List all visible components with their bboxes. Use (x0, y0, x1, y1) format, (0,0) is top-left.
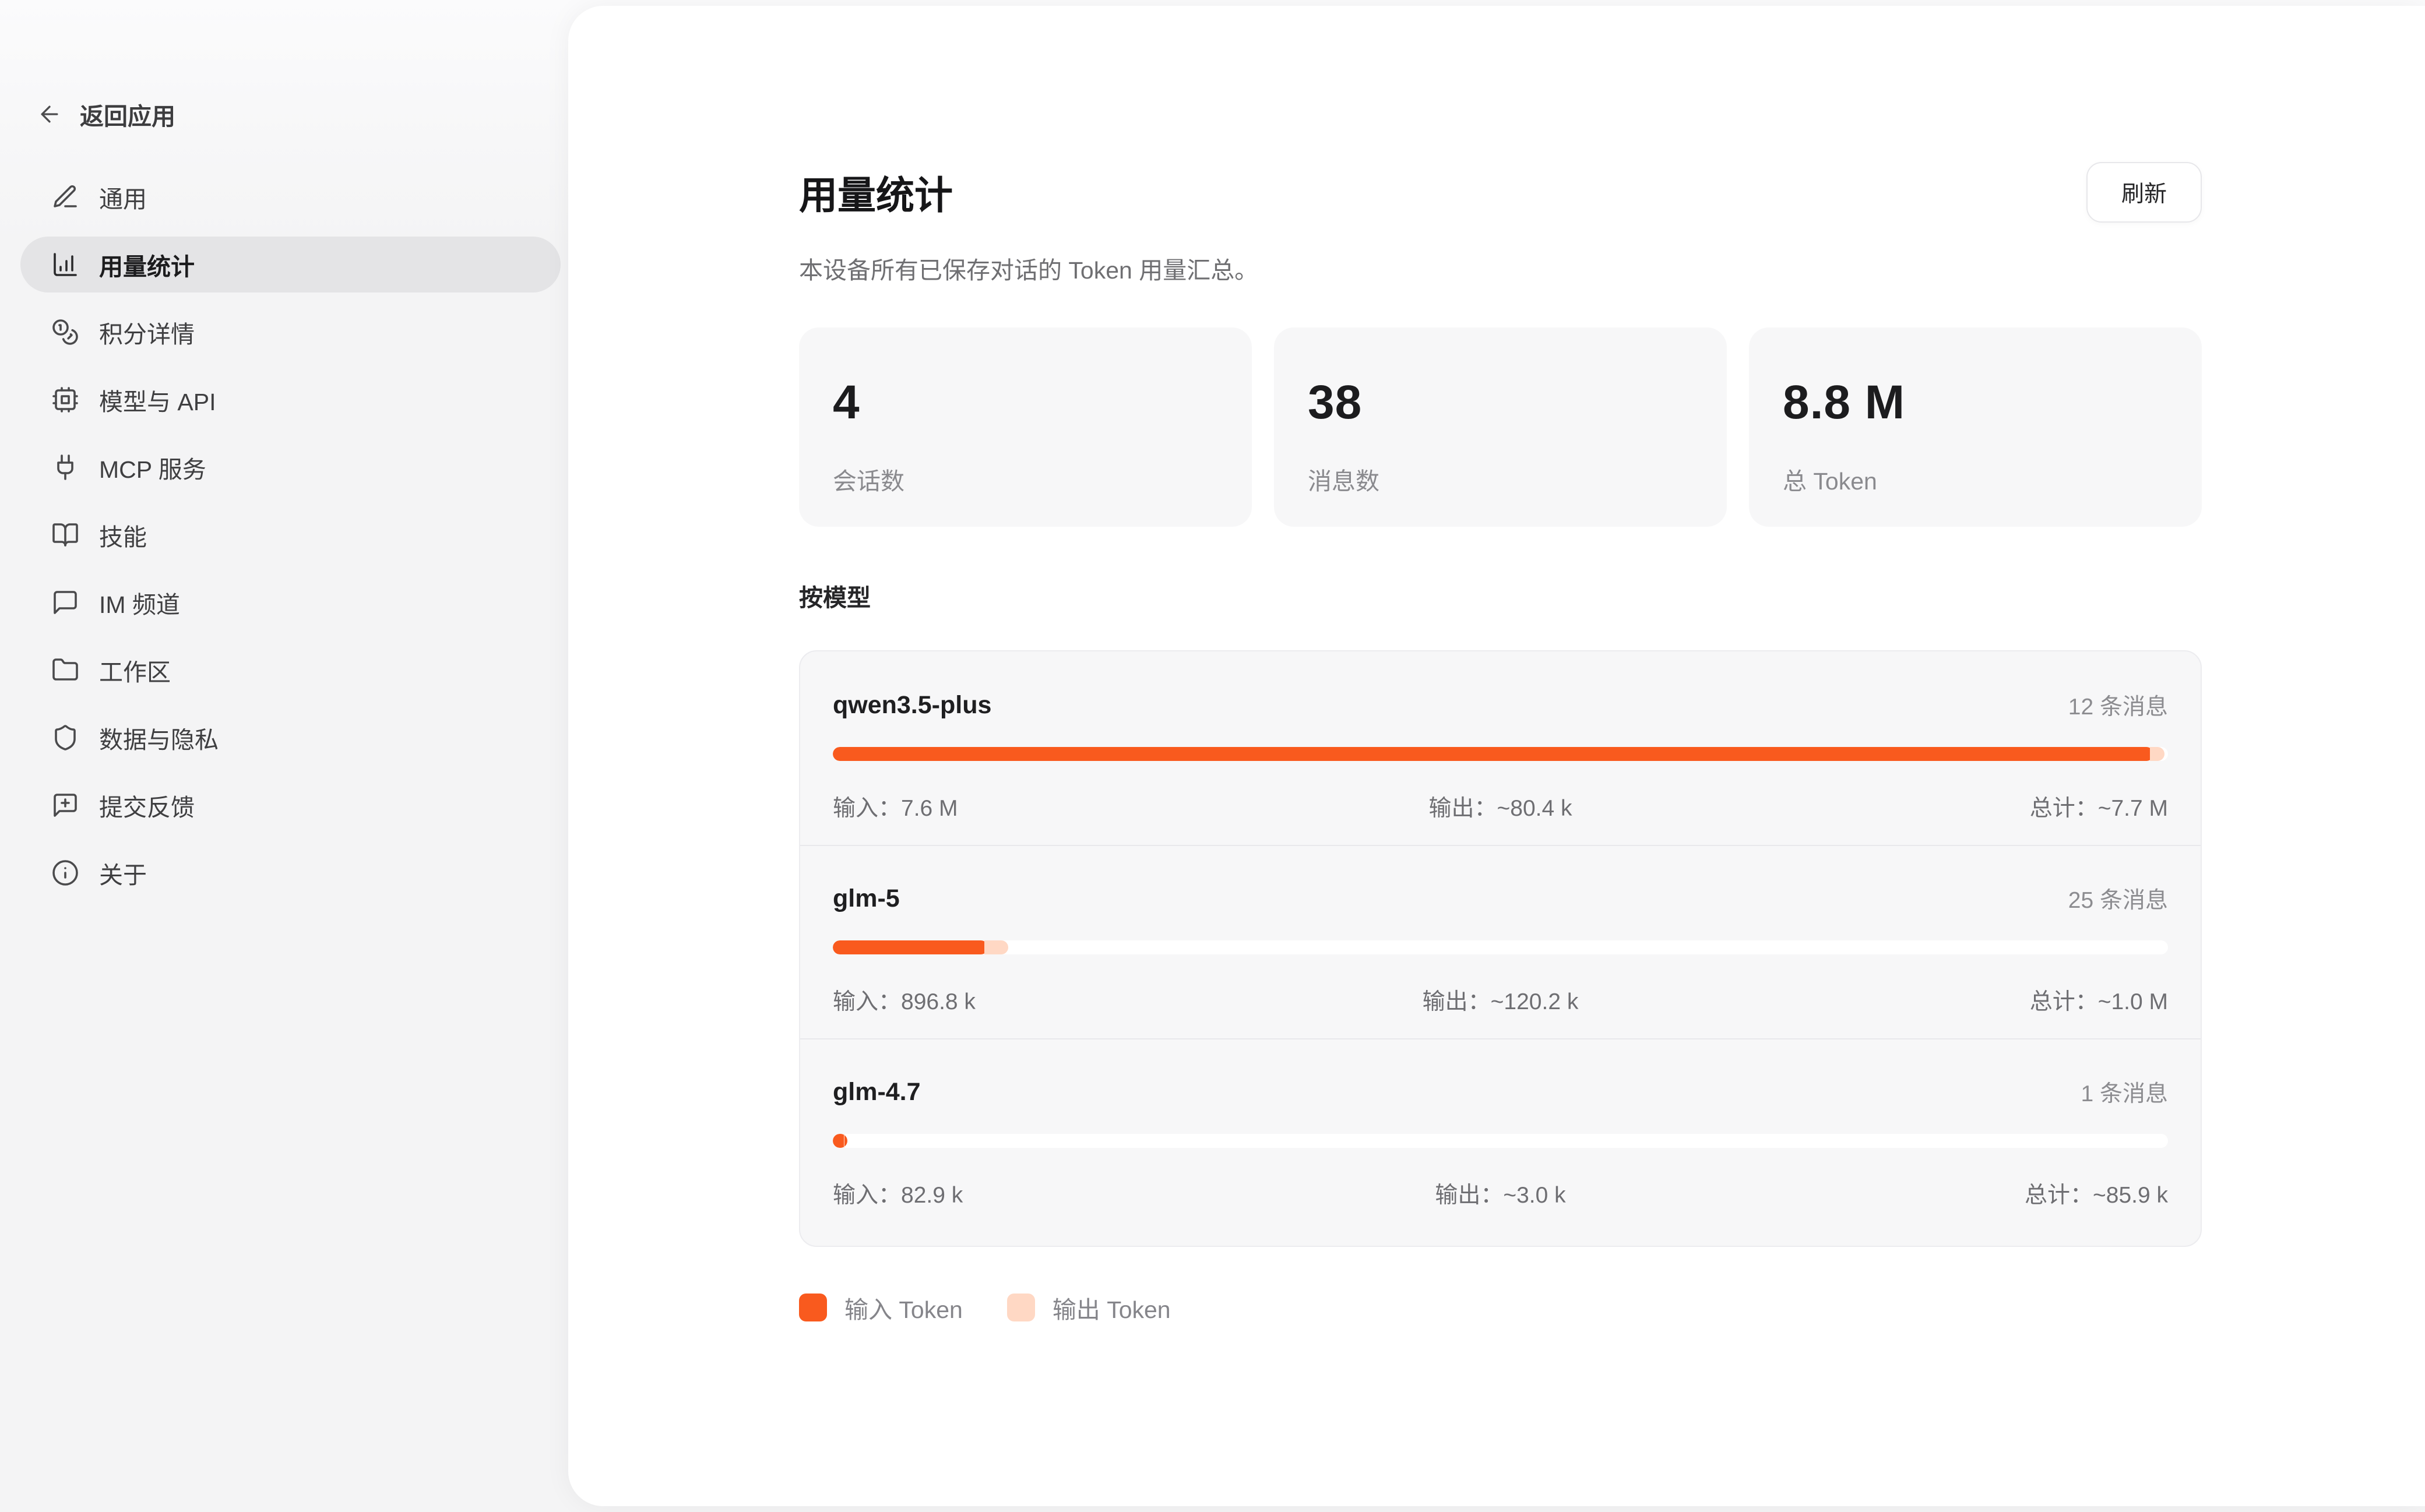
model-stats-row: 输入：7.6 M输出：~80.4 k总计：~7.7 M (833, 790, 2168, 823)
sidebar-item-credits[interactable]: 积分详情 (20, 304, 561, 360)
model-row-header: qwen3.5-plus 12 条消息 (833, 689, 2168, 721)
model-input-tokens: 输入：896.8 k (833, 984, 1278, 1016)
bar-chart-icon (51, 251, 79, 279)
model-stats-row: 输入：896.8 k输出：~120.2 k总计：~1.0 M (833, 984, 2168, 1016)
input-token-bar-segment (833, 940, 988, 954)
sidebar-item-label: 通用 (99, 179, 147, 214)
legend-swatch-input (799, 1294, 827, 1321)
cpu-icon (51, 386, 79, 414)
folder-icon (51, 656, 79, 684)
model-row-header: glm-5 25 条消息 (833, 882, 2168, 915)
sidebar-item-general[interactable]: 通用 (20, 169, 561, 225)
sidebar-nav: 通用用量统计积分详情模型与 API MCP 服务技能 IM 频道工作区数据与隐私提交… (20, 169, 561, 901)
sidebar-item-label: 积分详情 (99, 315, 195, 350)
sidebar-item-label: 技能 (99, 517, 147, 552)
row-divider (800, 845, 2201, 846)
model-usage-row: qwen3.5-plus 12 条消息输入：7.6 M输出：~80.4 k总计：~… (833, 689, 2168, 823)
by-model-section-label: 按模型 (799, 578, 2202, 613)
models-usage-panel: qwen3.5-plus12 条消息输入：7.6 M输出：~80.4 k总计：~… (799, 650, 2202, 1247)
sidebar-item-label: 模型与 API (99, 382, 216, 417)
info-icon (51, 859, 79, 887)
sidebar-item-label: 提交反馈 (99, 788, 195, 823)
stat-card: 8.8 M 总 Token (1749, 327, 2202, 527)
settings-sidebar: 返回应用 通用用量统计积分详情模型与 API MCP 服务技能 IM 频道工作区数据… (0, 0, 568, 1512)
stat-cards-row: 4 会话数 38 消息数 8.8 M 总 Token (799, 327, 2202, 527)
legend-label: 输入 Token (844, 1290, 963, 1325)
model-output-tokens: 输出：~120.2 k (1278, 984, 1723, 1016)
page-header: 用量统计 刷新 (799, 162, 2202, 223)
refresh-button[interactable]: 刷新 (2086, 162, 2202, 223)
legend-item-input-token: 输入 Token (799, 1290, 963, 1325)
model-stats-row: 输入：82.9 k输出：~3.0 k总计：~85.9 k (833, 1177, 2168, 1210)
stat-label: 总 Token (1783, 461, 2168, 496)
model-output-tokens: 输出：~3.0 k (1278, 1177, 1723, 1210)
sidebar-item-im-channels[interactable]: IM 频道 (20, 575, 561, 630)
sidebar-item-feedback[interactable]: 提交反馈 (20, 777, 561, 833)
arrow-left-icon (37, 101, 62, 127)
token-usage-bar (833, 1134, 2168, 1148)
feedback-icon (51, 791, 79, 819)
stat-value: 8.8 M (1783, 375, 2168, 430)
stat-label: 消息数 (1308, 461, 1693, 496)
sidebar-item-skills[interactable]: 技能 (20, 507, 561, 563)
sidebar-item-label: IM 频道 (99, 585, 180, 620)
message-icon (51, 588, 79, 616)
model-message-count: 12 条消息 (2068, 689, 2168, 721)
sidebar-item-about[interactable]: 关于 (20, 845, 561, 901)
usage-stats-page: 用量统计 刷新 本设备所有已保存对话的 Token 用量汇总。 4 会话数 38 消息… (568, 6, 2425, 1506)
legend-swatch-output (1007, 1294, 1035, 1321)
row-divider (800, 1038, 2201, 1039)
stat-value: 38 (1308, 375, 1693, 430)
model-message-count: 25 条消息 (2068, 882, 2168, 915)
token-usage-bar (833, 940, 2168, 954)
model-total-tokens: 总计：~1.0 M (1723, 984, 2168, 1016)
page-subtitle: 本设备所有已保存对话的 Token 用量汇总。 (799, 251, 2202, 286)
token-usage-bar (833, 747, 2168, 761)
shield-icon (51, 724, 79, 752)
model-usage-row: glm-5 25 条消息输入：896.8 k输出：~120.2 k总计：~1.0 … (833, 882, 2168, 1016)
plug-icon (51, 453, 79, 481)
coins-icon (51, 318, 79, 346)
model-input-tokens: 输入：82.9 k (833, 1177, 1278, 1210)
sidebar-item-label: MCP 服务 (99, 450, 206, 485)
sidebar-item-workspace[interactable]: 工作区 (20, 642, 561, 698)
model-row-header: glm-4.7 1 条消息 (833, 1076, 2168, 1108)
model-total-tokens: 总计：~7.7 M (1723, 790, 2168, 823)
legend-label: 输出 Token (1053, 1290, 1171, 1325)
model-name: qwen3.5-plus (833, 691, 991, 720)
model-total-tokens: 总计：~85.9 k (1723, 1177, 2168, 1210)
legend-item-output-token: 输出 Token (1007, 1290, 1171, 1325)
model-name: glm-5 (833, 884, 900, 913)
sidebar-item-label: 数据与隐私 (99, 720, 219, 755)
sidebar-item-label: 工作区 (99, 653, 171, 688)
sidebar-item-privacy[interactable]: 数据与隐私 (20, 710, 561, 766)
input-token-bar-segment (833, 747, 2153, 761)
input-token-bar-segment (833, 1134, 847, 1148)
model-message-count: 1 条消息 (2081, 1076, 2168, 1108)
back-to-app-button[interactable]: 返回应用 (37, 97, 561, 132)
sidebar-item-label: 关于 (99, 855, 147, 890)
sidebar-item-label: 用量统计 (99, 247, 195, 282)
stat-label: 会话数 (833, 461, 1218, 496)
stat-card: 38 消息数 (1274, 327, 1727, 527)
stat-value: 4 (833, 375, 1218, 430)
model-name: glm-4.7 (833, 1078, 921, 1106)
output-token-bar-segment (984, 940, 1008, 954)
model-input-tokens: 输入：7.6 M (833, 790, 1278, 823)
page-title: 用量统计 (799, 164, 953, 220)
model-output-tokens: 输出：~80.4 k (1278, 790, 1723, 823)
pen-icon (51, 183, 79, 211)
sidebar-item-mcp[interactable]: MCP 服务 (20, 439, 561, 495)
output-token-bar-segment (2150, 747, 2164, 761)
back-to-app-label: 返回应用 (80, 97, 175, 132)
sidebar-item-models-api[interactable]: 模型与 API (20, 372, 561, 428)
token-legend: 输入 Token 输出 Token (799, 1290, 2202, 1325)
model-usage-row: glm-4.7 1 条消息输入：82.9 k输出：~3.0 k总计：~85.9 k (833, 1076, 2168, 1210)
sidebar-item-usage[interactable]: 用量统计 (20, 237, 561, 292)
stat-card: 4 会话数 (799, 327, 1252, 527)
book-open-icon (51, 521, 79, 549)
